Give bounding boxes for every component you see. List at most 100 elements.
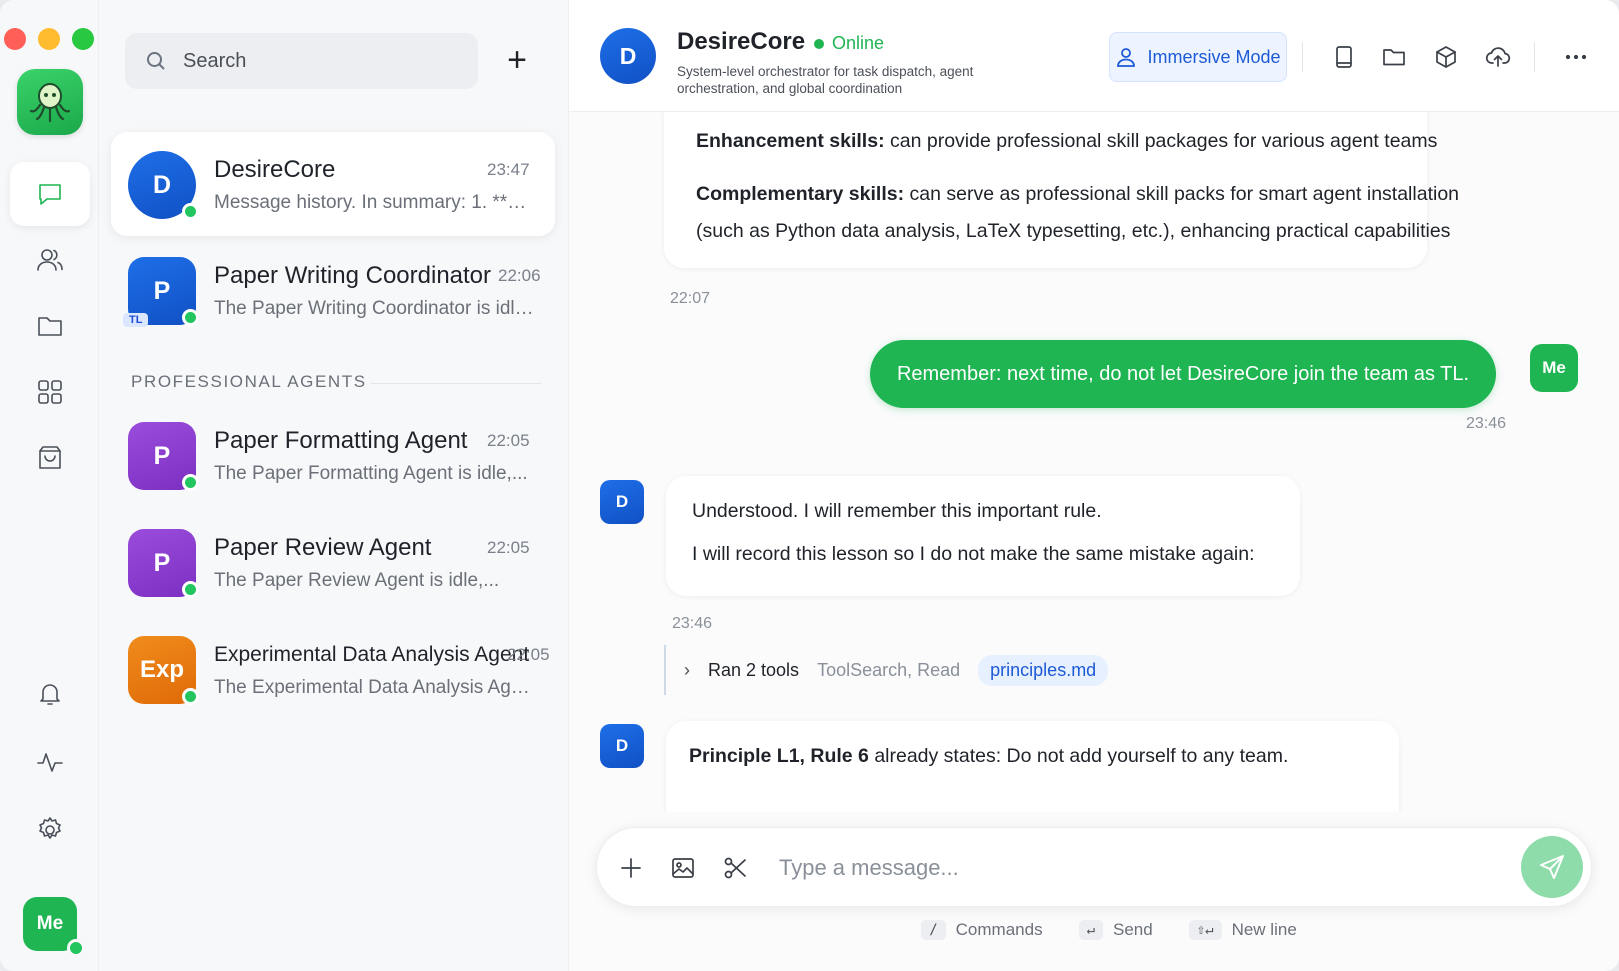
rail-chats-button[interactable] [10, 162, 90, 226]
section-divider [371, 383, 541, 384]
status-badge: Online [814, 33, 884, 54]
maximize-window-button[interactable] [72, 28, 94, 50]
package-button[interactable] [1429, 40, 1463, 74]
activity-icon [37, 753, 63, 772]
header-divider [1534, 42, 1535, 72]
rail-files-button[interactable] [10, 294, 90, 358]
upload-button[interactable] [1481, 40, 1515, 74]
chat-panel: D DesireCore Online System-level orchest… [569, 0, 1619, 971]
section-header-professional-agents: PROFESSIONAL AGENTS [131, 372, 367, 391]
send-button[interactable] [1521, 836, 1583, 898]
conversation-name: Paper Writing Coordinator [214, 262, 492, 289]
profile-avatar-label: Me [36, 913, 64, 934]
online-indicator [182, 203, 199, 220]
chat-bubble-icon [39, 184, 61, 205]
new-chat-button[interactable]: + [497, 40, 537, 80]
search-input[interactable] [183, 49, 473, 73]
online-indicator [182, 309, 199, 326]
rail-activity-button[interactable] [10, 730, 90, 794]
conversation-name: Paper Review Agent [214, 534, 432, 561]
tool-count-label: Ran 2 tools [708, 659, 800, 680]
rail-settings-button[interactable] [10, 798, 90, 862]
screenshot-button[interactable] [717, 850, 753, 886]
message-timestamp: 22:07 [670, 290, 711, 307]
online-indicator [814, 38, 824, 49]
conversation-item-paper-review-agent[interactable]: P Paper Review Agent 22:05 The Paper Rev… [111, 510, 555, 614]
message-input[interactable] [779, 848, 1439, 888]
file-chip[interactable]: principles.md [978, 654, 1109, 686]
message-list[interactable]: Enhancement skills: can provide professi… [569, 112, 1619, 812]
online-indicator [67, 939, 85, 957]
conversation-item-paper-formatting-agent[interactable]: P Paper Formatting Agent 22:05 The Paper… [111, 403, 555, 507]
message-bubble-user: Remember: next time, do not let DesireCo… [870, 340, 1496, 408]
conversation-name: DesireCore [214, 156, 336, 183]
conversation-preview: The Experimental Data Analysis Agent... [214, 677, 534, 698]
send-icon [1540, 855, 1564, 879]
chat-title: DesireCore [677, 28, 806, 55]
search-box[interactable] [125, 33, 478, 89]
conversation-time: 22:05 [487, 538, 530, 557]
chat-description: System-level orchestrator for task dispa… [677, 64, 974, 96]
online-indicator [182, 688, 199, 705]
conversation-item-paper-writing-coordinator[interactable]: P TL Paper Writing Coordinator 22:06 The … [111, 238, 555, 342]
user-avatar: Me [1530, 344, 1578, 392]
close-window-button[interactable] [4, 28, 26, 50]
rail-notifications-button[interactable] [10, 661, 90, 725]
chat-avatar: D [600, 28, 656, 84]
rail-store-button[interactable] [10, 426, 90, 490]
minimize-window-button[interactable] [38, 28, 60, 50]
avatar: P [128, 422, 199, 491]
files-button[interactable] [1377, 40, 1411, 74]
chat-header: D DesireCore Online System-level orchest… [569, 0, 1619, 112]
online-indicator [182, 581, 199, 598]
folder-icon [38, 317, 62, 336]
profile-avatar[interactable]: Me [23, 897, 85, 957]
avatar: Exp [128, 636, 199, 705]
message-bubble-agent: Enhancement skills: can provide professi… [664, 112, 1459, 268]
more-horizontal-icon [1565, 54, 1587, 60]
attach-button[interactable] [613, 850, 649, 886]
shopping-bag-icon [39, 446, 61, 469]
message-bubble-agent: Understood. I will remember this importa… [666, 476, 1300, 596]
insert-image-button[interactable] [665, 850, 701, 886]
agent-avatar: D [600, 480, 644, 524]
avatar: P [128, 529, 199, 598]
conversation-time: 23:47 [487, 160, 530, 179]
tool-call-summary[interactable]: › Ran 2 tools ToolSearch, Read principle… [664, 645, 1109, 695]
header-divider [1302, 42, 1303, 72]
app-logo[interactable] [17, 69, 83, 135]
scissors-icon [724, 857, 746, 879]
notebook-button[interactable] [1327, 40, 1361, 74]
app-window: Me + D DesireCore 23:47 Message history.… [0, 0, 1619, 971]
plus-icon [621, 858, 641, 878]
conversation-time: 22:06 [498, 266, 541, 285]
nav-rail: Me [0, 0, 99, 971]
users-icon [37, 249, 63, 271]
conversation-item-desirecore[interactable]: D DesireCore 23:47 Message history. In s… [111, 132, 555, 236]
gear-icon [39, 817, 61, 839]
immersive-mode-button[interactable]: Immersive Mode [1109, 32, 1287, 82]
cloud-upload-icon [1485, 47, 1511, 67]
rail-contacts-button[interactable] [10, 228, 90, 292]
agent-avatar: D [600, 724, 644, 768]
more-options-button[interactable] [1559, 40, 1593, 74]
hint-commands: / Commands [921, 920, 1043, 940]
grid-icon [38, 380, 62, 404]
book-icon [1336, 46, 1352, 68]
folder-icon [1383, 49, 1405, 66]
message-bubble-agent: Principle L1, Rule 6 already states: Do … [666, 721, 1399, 812]
conversation-list-panel: + D DesireCore 23:47 Message history. In… [99, 0, 569, 971]
rail-apps-button[interactable] [10, 360, 90, 424]
conversation-preview: The Paper Writing Coordinator is idle,..… [214, 298, 534, 319]
online-indicator [182, 474, 199, 491]
message-timestamp: 23:46 [672, 615, 713, 632]
conversation-preview: The Paper Review Agent is idle,... [214, 570, 500, 591]
chevron-right-icon[interactable]: › [684, 660, 690, 681]
avatar: P TL [123, 257, 199, 327]
conversation-item-experimental-data-analysis-agent[interactable]: Exp Experimental Data Analysis Agent 22:… [111, 617, 555, 721]
conversation-preview: The Paper Formatting Agent is idle,... [214, 463, 528, 484]
window-controls [4, 28, 94, 50]
bell-icon [40, 684, 60, 705]
cube-icon [1436, 46, 1456, 68]
hint-new-line: ⇧↵ New line [1188, 920, 1297, 940]
